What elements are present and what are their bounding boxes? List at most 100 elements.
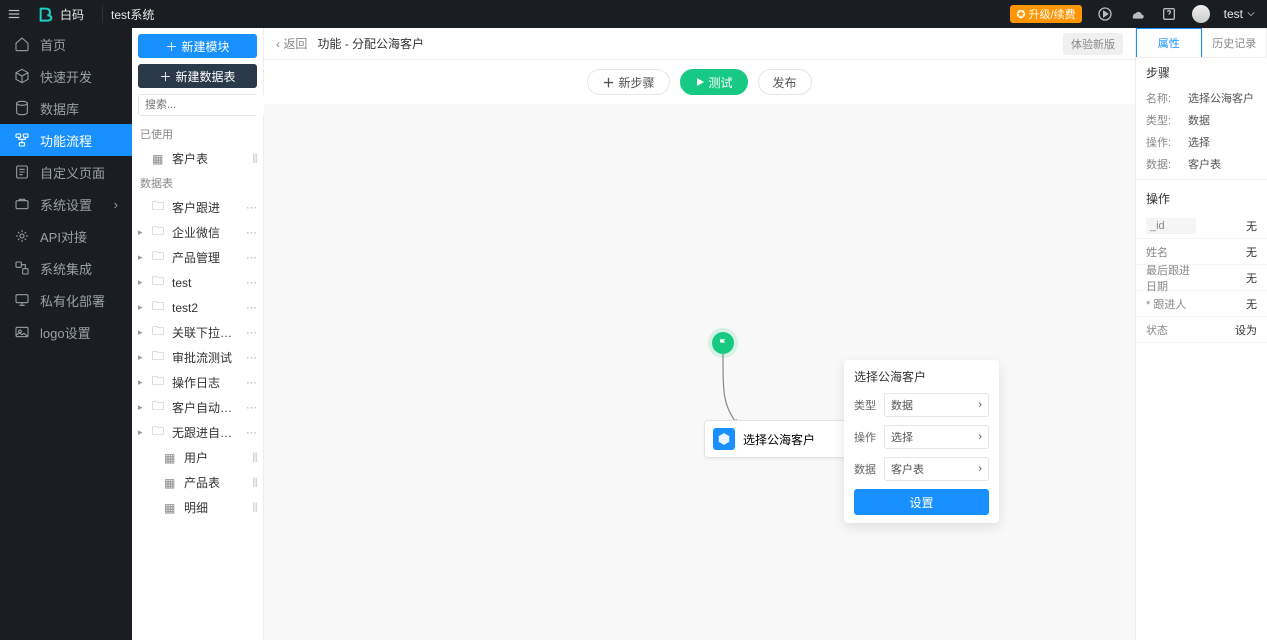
nav-label: 系统集成: [40, 259, 92, 278]
folder-icon: 🗀: [152, 272, 166, 293]
config-value-select[interactable]: 选择›: [884, 425, 989, 449]
more-icon[interactable]: ⋯: [246, 251, 257, 264]
nav-item-integ[interactable]: 系统集成: [0, 252, 132, 284]
publish-button[interactable]: 发布: [758, 69, 812, 95]
op-row[interactable]: * 跟进人无: [1136, 291, 1267, 317]
inspector-divider: [1136, 179, 1267, 180]
start-node[interactable]: [712, 332, 734, 354]
config-value-select[interactable]: 数据›: [884, 393, 989, 417]
caret-icon[interactable]: ▸: [138, 227, 146, 238]
list-item-label: 操作日志: [172, 374, 240, 391]
config-key: 类型: [854, 397, 884, 413]
new-table-button[interactable]: ＋新建数据表: [138, 64, 257, 88]
list-item-label: test: [172, 276, 240, 290]
op-value: 设为: [1235, 322, 1257, 338]
caret-icon[interactable]: ▸: [138, 427, 146, 438]
prop-key: 类型:: [1146, 112, 1180, 128]
table-item[interactable]: ▦产品表|||: [132, 470, 263, 495]
settings-icon: [14, 196, 30, 212]
page-title: 功能 - 分配公海客户: [317, 35, 424, 52]
used-item[interactable]: ▦客户表|||: [132, 146, 263, 171]
more-icon[interactable]: ⋯: [246, 351, 257, 364]
flow-icon: [14, 132, 30, 148]
config-value-select[interactable]: 客户表›: [884, 457, 989, 481]
cloud-icon[interactable]: [1128, 5, 1146, 23]
tab-history[interactable]: 历史记录: [1202, 28, 1267, 57]
folder-icon: 🗀: [152, 197, 166, 218]
new-step-button[interactable]: ＋新步骤: [587, 69, 669, 95]
drag-handle-icon[interactable]: |||: [252, 477, 257, 488]
more-icon[interactable]: ⋯: [246, 226, 257, 239]
nav-item-db[interactable]: 数据库: [0, 92, 132, 124]
caret-icon[interactable]: ▸: [138, 327, 146, 338]
nav-item-cube[interactable]: 快速开发: [0, 60, 132, 92]
caret-icon[interactable]: ▸: [138, 302, 146, 313]
new-module-label: 新建模块: [182, 38, 230, 55]
help-icon[interactable]: [1160, 5, 1178, 23]
table-folder-item[interactable]: ▸🗀审批流测试⋯: [132, 345, 263, 370]
prop-key: 数据:: [1146, 156, 1180, 172]
more-icon[interactable]: ⋯: [246, 301, 257, 314]
op-row[interactable]: 状态设为: [1136, 317, 1267, 343]
op-row[interactable]: 最后跟进日期无: [1136, 265, 1267, 291]
nav-item-flow[interactable]: 功能流程: [0, 124, 132, 156]
test-button[interactable]: 测试: [680, 69, 748, 95]
table-folder-item[interactable]: ▸🗀test2⋯: [132, 295, 263, 320]
more-icon[interactable]: ⋯: [246, 426, 257, 439]
table-folder-item[interactable]: ▸🗀客户自动分配⋯: [132, 395, 263, 420]
op-value: 无: [1246, 270, 1257, 286]
table-folder-item[interactable]: ▸🗀企业微信⋯: [132, 220, 263, 245]
table-item[interactable]: ▦用户|||: [132, 445, 263, 470]
brand-logo[interactable]: 白码: [28, 6, 94, 23]
caret-icon[interactable]: ▸: [138, 277, 146, 288]
nav-item-settings[interactable]: 系统设置›: [0, 188, 132, 220]
nav-item-logo[interactable]: logo设置: [0, 316, 132, 348]
caret-icon[interactable]: ▸: [138, 377, 146, 388]
drag-handle-icon[interactable]: |||: [252, 153, 257, 164]
drag-handle-icon[interactable]: |||: [252, 452, 257, 463]
nav-item-home[interactable]: 首页: [0, 28, 132, 60]
op-row[interactable]: _id无: [1136, 213, 1267, 239]
try-new-version-button[interactable]: 体验新版: [1063, 33, 1123, 55]
table-folder-item[interactable]: ▸🗀无跟进自动退回⋯: [132, 420, 263, 445]
back-button[interactable]: ‹ 返回: [276, 35, 307, 52]
table-item[interactable]: ▦明细|||: [132, 495, 263, 520]
caret-icon[interactable]: ▸: [138, 252, 146, 263]
nav-label: 快速开发: [40, 67, 92, 86]
tables-header: 数据表: [132, 171, 263, 195]
new-module-button[interactable]: ＋新建模块: [138, 34, 257, 58]
nav-item-page[interactable]: 自定义页面: [0, 156, 132, 188]
nav-item-deploy[interactable]: 私有化部署: [0, 284, 132, 316]
nav-label: 数据库: [40, 99, 79, 118]
drag-handle-icon[interactable]: |||: [252, 502, 257, 513]
caret-icon[interactable]: ▸: [138, 352, 146, 363]
tab-properties[interactable]: 属性: [1136, 28, 1202, 57]
logo-icon: [14, 324, 30, 340]
menu-toggle-icon[interactable]: [0, 7, 28, 21]
caret-icon[interactable]: ▸: [138, 402, 146, 413]
nav-item-api[interactable]: API对接: [0, 220, 132, 252]
table-folder-item[interactable]: 🗀客户跟进⋯: [132, 195, 263, 220]
main-header: ‹ 返回 功能 - 分配公海客户 体验新版: [264, 28, 1135, 60]
home-icon: [14, 36, 30, 52]
more-icon[interactable]: ⋯: [246, 201, 257, 214]
more-icon[interactable]: ⋯: [246, 326, 257, 339]
list-item-label: 客户表: [172, 150, 246, 167]
step-node[interactable]: 选择公海客户 ⋮: [704, 420, 864, 458]
table-folder-item[interactable]: ▸🗀关联下拉测试⋯: [132, 320, 263, 345]
more-icon[interactable]: ⋯: [246, 276, 257, 289]
user-menu[interactable]: test: [1224, 7, 1255, 21]
more-icon[interactable]: ⋯: [246, 376, 257, 389]
avatar[interactable]: [1192, 5, 1210, 23]
step-config-popover: 选择公海客户 类型数据›操作选择›数据客户表› 设置: [844, 360, 999, 523]
inspector-panel: 属性 历史记录 步骤 名称:选择公海客户类型:数据操作:选择数据:客户表 操作 …: [1135, 28, 1267, 640]
more-icon[interactable]: ⋯: [246, 401, 257, 414]
table-folder-item[interactable]: ▸🗀产品管理⋯: [132, 245, 263, 270]
config-set-button[interactable]: 设置: [854, 489, 989, 515]
table-folder-item[interactable]: ▸🗀操作日志⋯: [132, 370, 263, 395]
table-folder-item[interactable]: ▸ 🗀 test ⋯: [132, 270, 263, 295]
preview-icon[interactable]: [1096, 5, 1114, 23]
flow-canvas[interactable]: 选择公海客户 ⋮ 选择公海客户 类型数据›操作选择›数据客户表› 设置: [264, 104, 1135, 640]
page-icon: [14, 164, 30, 180]
upgrade-button[interactable]: ✪ 升级/续费: [1010, 5, 1081, 23]
